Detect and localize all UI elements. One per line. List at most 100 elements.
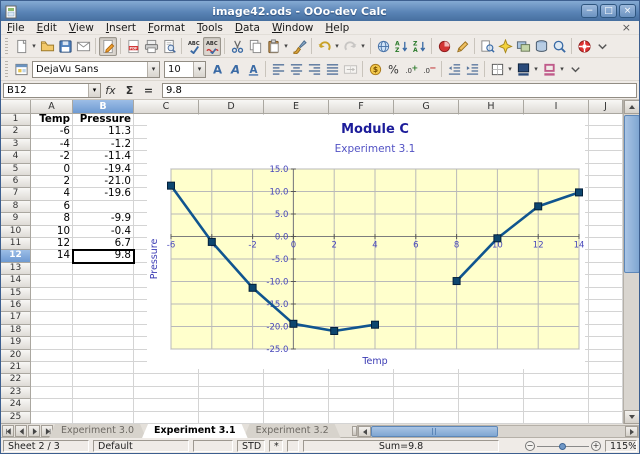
row-header-3[interactable]: 3: [1, 139, 31, 151]
zoom-slider[interactable]: −+: [525, 441, 601, 451]
cell-I23[interactable]: [524, 387, 589, 399]
cell-B13[interactable]: [73, 263, 134, 275]
find-replace-button[interactable]: [478, 37, 496, 56]
cell-F24[interactable]: [329, 399, 394, 411]
equals-button[interactable]: =: [139, 82, 158, 98]
column-header-B[interactable]: B: [73, 100, 134, 114]
border-color-button[interactable]: [540, 60, 558, 79]
cell-B12[interactable]: 9.8: [73, 250, 134, 262]
row-header-15[interactable]: 15: [1, 288, 31, 300]
auto-spellcheck-button[interactable]: ABC: [203, 37, 221, 56]
background-color-dropdown-icon[interactable]: ▾: [532, 60, 540, 79]
horizontal-scrollbar[interactable]: [357, 425, 639, 438]
cell-J8[interactable]: [589, 201, 623, 213]
cell-J25[interactable]: [589, 412, 623, 424]
cell-I22[interactable]: [524, 374, 589, 386]
cell-C23[interactable]: [134, 387, 199, 399]
cell-D22[interactable]: [199, 374, 264, 386]
scroll-right-button[interactable]: [625, 426, 638, 437]
borders-dropdown-icon[interactable]: ▾: [506, 60, 514, 79]
font-name-dropdown-icon[interactable]: ▾: [147, 62, 159, 77]
cell-B14[interactable]: [73, 275, 134, 287]
cell-H24[interactable]: [459, 399, 524, 411]
cell-J9[interactable]: [589, 213, 623, 225]
cell-B16[interactable]: [73, 300, 134, 312]
sheet-tab-experiment-3-1[interactable]: Experiment 3.1: [142, 424, 248, 438]
cell-D23[interactable]: [199, 387, 264, 399]
add-decimal-place-button[interactable]: .0+: [402, 60, 420, 79]
column-header-H[interactable]: H: [459, 100, 524, 114]
sheet-tab-experiment-3-2[interactable]: Experiment 3.2: [244, 424, 341, 438]
hyperlink-button[interactable]: [374, 37, 392, 56]
column-header-C[interactable]: C: [134, 100, 199, 114]
background-color-button[interactable]: [514, 60, 532, 79]
cell-F23[interactable]: [329, 387, 394, 399]
sheet-tab-experiment-3-0[interactable]: Experiment 3.0: [49, 424, 146, 438]
styles-and-formatting-button[interactable]: [12, 60, 30, 79]
row-header-6[interactable]: 6: [1, 176, 31, 188]
export-pdf-button[interactable]: PDF: [124, 37, 142, 56]
tab-nav-first-button[interactable]: [2, 425, 14, 437]
align-center-button[interactable]: [287, 60, 305, 79]
row-header-12[interactable]: 12: [1, 250, 31, 262]
cell-J21[interactable]: [589, 362, 623, 374]
cell-J11[interactable]: [589, 238, 623, 250]
cell-A20[interactable]: [31, 350, 73, 362]
cell-A18[interactable]: [31, 325, 73, 337]
close-button[interactable]: ×: [619, 4, 636, 18]
font-size-dropdown-icon[interactable]: ▾: [193, 62, 205, 77]
menu-format[interactable]: Format: [142, 21, 191, 35]
edit-file-button[interactable]: [99, 37, 117, 56]
menu-view[interactable]: View: [63, 21, 100, 35]
name-box-dropdown-icon[interactable]: ▾: [88, 84, 100, 97]
cell-A10[interactable]: 10: [31, 226, 73, 238]
italic-button[interactable]: A: [226, 60, 244, 79]
cell-B21[interactable]: [73, 362, 134, 374]
column-header-G[interactable]: G: [394, 100, 459, 114]
cell-B1[interactable]: Pressure: [73, 114, 134, 126]
row-header-20[interactable]: 20: [1, 350, 31, 362]
cell-A14[interactable]: [31, 275, 73, 287]
vertical-scroll-thumb[interactable]: [624, 115, 640, 273]
cell-B8[interactable]: [73, 201, 134, 213]
sort-descending-button[interactable]: ZA: [410, 37, 428, 56]
row-header-13[interactable]: 13: [1, 263, 31, 275]
row-header-1[interactable]: 1: [1, 114, 31, 126]
cell-J20[interactable]: [589, 350, 623, 362]
cell-A3[interactable]: -4: [31, 139, 73, 151]
cell-A16[interactable]: [31, 300, 73, 312]
row-header-5[interactable]: 5: [1, 164, 31, 176]
menu-tools[interactable]: Tools: [191, 21, 229, 35]
zoom-in-icon[interactable]: +: [591, 441, 601, 451]
menu-edit[interactable]: Edit: [31, 21, 63, 35]
cell-B23[interactable]: [73, 387, 134, 399]
cell-J6[interactable]: [589, 176, 623, 188]
cell-A5[interactable]: 0: [31, 164, 73, 176]
row-header-19[interactable]: 19: [1, 337, 31, 349]
row-header-23[interactable]: 23: [1, 387, 31, 399]
merge-cells-button[interactable]: [341, 60, 359, 79]
borders-button[interactable]: [488, 60, 506, 79]
sort-ascending-button[interactable]: AZ: [392, 37, 410, 56]
cell-J12[interactable]: [589, 250, 623, 262]
cell-G25[interactable]: [394, 412, 459, 424]
zoom-slider-track[interactable]: [537, 446, 589, 447]
page-preview-button[interactable]: [160, 37, 178, 56]
show-draw-functions-button[interactable]: [453, 37, 471, 56]
cell-A7[interactable]: 4: [31, 188, 73, 200]
cell-J18[interactable]: [589, 325, 623, 337]
gallery-button[interactable]: [514, 37, 532, 56]
cell-H23[interactable]: [459, 387, 524, 399]
justified-button[interactable]: [323, 60, 341, 79]
column-header-F[interactable]: F: [329, 100, 394, 114]
cell-B10[interactable]: -0.4: [73, 226, 134, 238]
cell-D25[interactable]: [199, 412, 264, 424]
increase-indent-button[interactable]: [463, 60, 481, 79]
row-header-21[interactable]: 21: [1, 362, 31, 374]
row-header-9[interactable]: 9: [1, 213, 31, 225]
cell-B7[interactable]: -19.6: [73, 188, 134, 200]
zoom-button[interactable]: [550, 37, 568, 56]
cell-B6[interactable]: -21.0: [73, 176, 134, 188]
menu-help[interactable]: Help: [319, 21, 355, 35]
cell-A9[interactable]: 8: [31, 213, 73, 225]
